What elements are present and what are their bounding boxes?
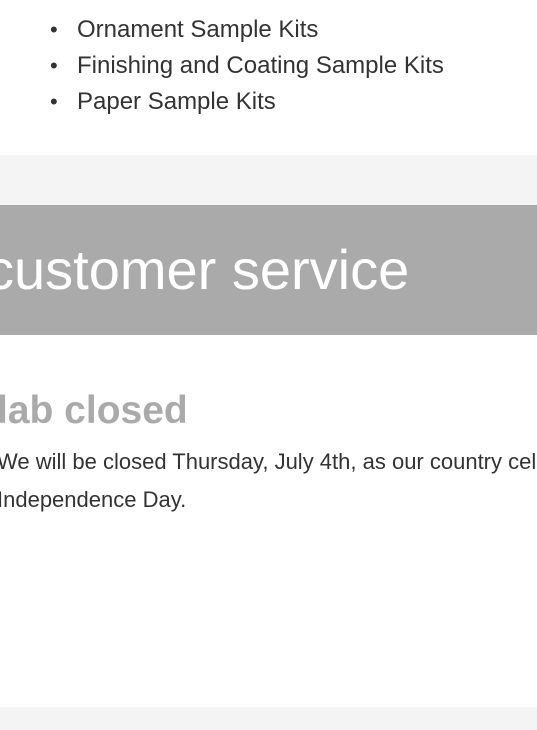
list-item: • Paper Sample Kits <box>50 84 444 120</box>
customer-service-banner: customer service <box>0 205 537 335</box>
sample-kits-list: • Ornament Sample Kits • Finishing and C… <box>50 12 444 120</box>
bullet-icon: • <box>50 17 58 42</box>
ornament-sample-kits-link[interactable]: Ornament Sample Kits <box>77 16 318 43</box>
section-divider <box>0 155 537 205</box>
bullet-icon: • <box>50 53 58 78</box>
customer-service-title: customer service <box>0 238 410 301</box>
footer-divider <box>0 707 537 730</box>
list-item: • Ornament Sample Kits <box>50 12 444 48</box>
news-section: lab closed We will be closed Thursday, J… <box>0 335 537 707</box>
news-body: We will be closed Thursday, July 4th, as… <box>0 449 537 512</box>
list-item: • Finishing and Coating Sample Kits <box>50 48 444 84</box>
sample-kits-section: • Ornament Sample Kits • Finishing and C… <box>0 0 537 155</box>
page: • Ornament Sample Kits • Finishing and C… <box>0 0 537 730</box>
bullet-icon: • <box>50 89 58 114</box>
news-heading: lab closed <box>0 389 188 432</box>
paper-sample-kits-link[interactable]: Paper Sample Kits <box>77 88 276 115</box>
finishing-coating-sample-kits-link[interactable]: Finishing and Coating Sample Kits <box>77 52 444 79</box>
